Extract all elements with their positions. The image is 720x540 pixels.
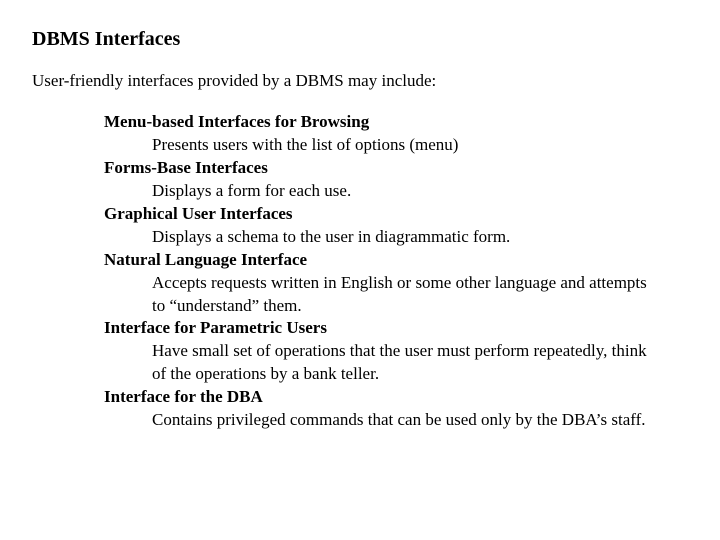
term-def: Contains privileged commands that can be… [152, 409, 662, 432]
intro-text: User-friendly interfaces provided by a D… [32, 71, 688, 91]
term-name: Graphical User Interfaces [104, 203, 688, 226]
term-def: Displays a form for each use. [152, 180, 662, 203]
term-name: Interface for Parametric Users [104, 317, 688, 340]
term-name: Natural Language Interface [104, 249, 688, 272]
term-name: Interface for the DBA [104, 386, 688, 409]
term-name: Menu-based Interfaces for Browsing [104, 111, 688, 134]
term-def: Have small set of operations that the us… [152, 340, 662, 386]
term-name: Forms-Base Interfaces [104, 157, 688, 180]
definitions-list: Menu-based Interfaces for Browsing Prese… [104, 111, 688, 432]
page-title: DBMS Interfaces [32, 28, 688, 51]
term-def: Presents users with the list of options … [152, 134, 662, 157]
term-def: Displays a schema to the user in diagram… [152, 226, 662, 249]
term-def: Accepts requests written in English or s… [152, 272, 662, 318]
